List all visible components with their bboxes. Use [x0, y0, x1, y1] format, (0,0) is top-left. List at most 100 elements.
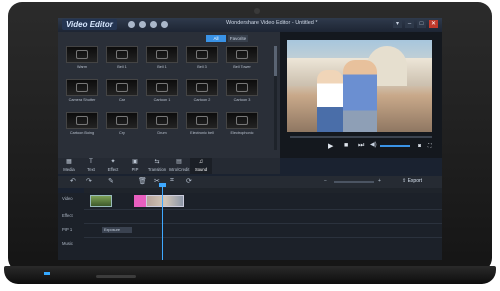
- sound-thumbnail: [186, 112, 218, 129]
- sound-item-label: Electronic bell: [190, 131, 214, 135]
- mode-label: PIP: [131, 167, 139, 172]
- video-clip-photo[interactable]: [146, 195, 184, 207]
- sound-item[interactable]: Bell 1: [106, 46, 138, 72]
- volume-slider[interactable]: [380, 145, 410, 147]
- play-icon[interactable]: ▶: [328, 142, 333, 150]
- mode-tabs: ▦ Media T Text ✦ Effect ▣ PIP ⇆ Transition ▤ Intro/…: [58, 158, 280, 174]
- rotate-icon[interactable]: ⟳: [186, 177, 192, 185]
- tab-effect[interactable]: ✦ Effect: [102, 158, 124, 174]
- close-button[interactable]: ✕: [429, 20, 438, 28]
- tab-transition[interactable]: ⇆ Transition: [146, 158, 168, 174]
- track-divider: [84, 237, 442, 238]
- transition-icon: ⇆: [154, 159, 160, 165]
- speaker-icon: [196, 116, 208, 125]
- sound-item[interactable]: Bell 1: [146, 46, 178, 72]
- sound-item-label: Bell 1: [117, 65, 127, 69]
- export-button[interactable]: ⇪ Export: [402, 178, 422, 184]
- speaker-icon: [156, 116, 168, 125]
- sound-thumbnail: [106, 46, 138, 63]
- tab-all[interactable]: All: [206, 35, 226, 42]
- sound-item-label: Electrophonic: [230, 131, 254, 135]
- sound-item-label: Cartoon 3: [233, 98, 251, 102]
- sound-item-label: Bell 3: [197, 65, 207, 69]
- sound-item[interactable]: Camera Shutter: [66, 79, 98, 105]
- window-controls: ▾ – □ ✕: [393, 20, 438, 28]
- maximize-button[interactable]: □: [417, 20, 426, 28]
- sound-thumbnail: [106, 112, 138, 129]
- playhead[interactable]: [162, 184, 163, 260]
- timeline-toolbar: ↶ ↷ ✎ 🗑 ✂ ⌗ ⟳ − + ⇪ Export: [58, 176, 442, 188]
- speaker-icon: [156, 83, 168, 92]
- title-bar-icons: [128, 21, 168, 28]
- sound-icon: ♫: [198, 159, 204, 165]
- stop-icon[interactable]: ■: [344, 142, 348, 149]
- laptop-base: [4, 266, 496, 284]
- power-led: [44, 272, 50, 275]
- sound-item[interactable]: Cartoon 1: [146, 79, 178, 105]
- effect-clip[interactable]: Exposure: [102, 227, 132, 233]
- preview-video-frame: [287, 40, 432, 132]
- sound-grid: Warm Bell 1 Bell 1 Bell 3 Bell Tower Camera S…: [66, 46, 258, 138]
- crop-icon[interactable]: ⌗: [170, 177, 174, 185]
- redo-icon[interactable]: ↷: [86, 177, 92, 185]
- sound-item[interactable]: Cartoon 3: [226, 79, 258, 105]
- sound-item[interactable]: Cartoon Boing: [66, 112, 98, 138]
- sound-item-label: Cry: [119, 131, 125, 135]
- next-frame-icon[interactable]: ⏭: [358, 142, 364, 150]
- text-icon: T: [89, 159, 93, 165]
- intro-credit-icon: ▤: [176, 159, 182, 165]
- edit-icon[interactable]: ✎: [108, 177, 114, 185]
- sound-thumbnail: [226, 46, 258, 63]
- sound-thumbnail: [146, 112, 178, 129]
- undo-icon[interactable]: ↶: [70, 177, 76, 185]
- fullscreen-icon[interactable]: ⛶: [428, 143, 432, 149]
- tab-media[interactable]: ▦ Media: [58, 158, 80, 174]
- scrollbar-thumb[interactable]: [274, 46, 277, 76]
- media-icon: ▦: [66, 159, 72, 165]
- speaker-icon: [196, 50, 208, 59]
- track-divider: [84, 223, 442, 224]
- sound-item[interactable]: Car: [106, 79, 138, 105]
- sound-item[interactable]: Electronic bell: [186, 112, 218, 138]
- mode-label: Sound: [194, 167, 208, 172]
- tab-intro-credit[interactable]: ▤ Intro/Credit: [168, 158, 190, 174]
- sound-item-label: Cartoon 1: [153, 98, 171, 102]
- sound-item[interactable]: Drum: [146, 112, 178, 138]
- tab-sound[interactable]: ♫ Sound: [190, 158, 212, 174]
- settings-icon[interactable]: [161, 21, 168, 28]
- zoom-in-icon[interactable]: +: [378, 178, 381, 184]
- window-title: Wondershare Video Editor - Untitled *: [226, 20, 318, 26]
- menu-dropdown-button[interactable]: ▾: [393, 20, 402, 28]
- delete-icon[interactable]: 🗑: [138, 177, 147, 185]
- sound-thumbnail: [66, 46, 98, 63]
- sound-thumbnail: [226, 79, 258, 96]
- zoom-out-icon[interactable]: −: [324, 178, 327, 184]
- sound-item-label: Bell 1: [157, 65, 167, 69]
- track-label-effect: Effect: [62, 213, 73, 218]
- video-clip-pink[interactable]: [134, 195, 146, 207]
- sound-item[interactable]: Electrophonic: [226, 112, 258, 138]
- speaker-icon: [156, 50, 168, 59]
- track-label-pip: PIP 1: [62, 227, 73, 232]
- sound-item[interactable]: Cry: [106, 112, 138, 138]
- minimize-button[interactable]: –: [405, 20, 414, 28]
- playback-progress-bar[interactable]: [290, 136, 432, 138]
- sound-item[interactable]: Bell 3: [186, 46, 218, 72]
- speaker-icon: [196, 83, 208, 92]
- tab-pip[interactable]: ▣ PIP: [124, 158, 146, 174]
- sound-item[interactable]: Bell Tower: [226, 46, 258, 72]
- save-project-icon[interactable]: [150, 21, 157, 28]
- tab-favorite[interactable]: Favorite: [228, 35, 248, 42]
- open-project-icon[interactable]: [139, 21, 146, 28]
- video-clip-green[interactable]: [90, 195, 112, 207]
- new-project-icon[interactable]: [128, 21, 135, 28]
- track-divider: [84, 209, 442, 210]
- timeline-zoom-slider[interactable]: [334, 181, 374, 183]
- library-scrollbar[interactable]: [274, 46, 277, 150]
- speaker-icon: [76, 116, 88, 125]
- sound-item[interactable]: Warm: [66, 46, 98, 72]
- tab-text[interactable]: T Text: [80, 158, 102, 174]
- volume-icon[interactable]: ◀): [370, 141, 377, 148]
- sound-item[interactable]: Cartoon 2: [186, 79, 218, 105]
- snapshot-icon[interactable]: ◙: [418, 143, 421, 149]
